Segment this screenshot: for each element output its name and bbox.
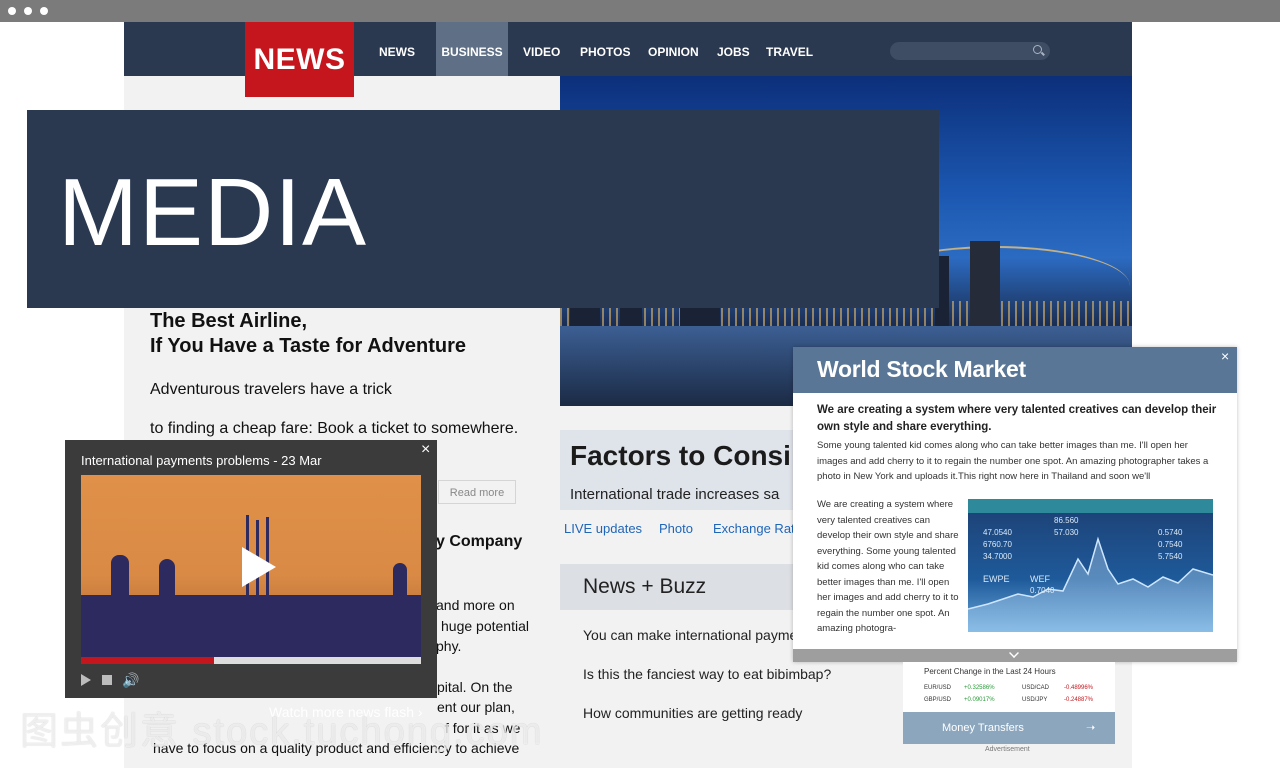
- tab-live-updates[interactable]: LIVE updates: [564, 521, 642, 536]
- article-paragraph: Adventurous travelers have a trick: [150, 381, 392, 398]
- fx-pair: USD/JPY: [1022, 697, 1048, 703]
- ticker-value: 0.7040: [1030, 586, 1055, 595]
- article-title-line: If You Have a Taste for Adventure: [150, 335, 467, 357]
- stock-body-text: Some young talented kid comes along who …: [817, 440, 1209, 482]
- fx-title: Percent Change in the Last 24 Hours: [924, 667, 1056, 676]
- arrow-right-icon: ➝: [1086, 722, 1096, 734]
- search-icon[interactable]: [1033, 45, 1042, 54]
- video-title: International payments problems - 23 Mar: [81, 453, 322, 468]
- stop-control-icon[interactable]: [102, 675, 112, 685]
- fx-pair: EUR/USD: [924, 685, 952, 691]
- ticker-value: 34.7000: [983, 552, 1012, 561]
- article-text-fragment: pital. On the: [437, 679, 513, 695]
- search-input[interactable]: [890, 42, 1050, 60]
- worker-silhouette: [393, 563, 407, 595]
- fx-pair: GBP/USD: [924, 697, 952, 703]
- video-close-icon[interactable]: ×: [421, 441, 430, 459]
- play-control-icon[interactable]: [81, 674, 91, 686]
- ticker-value: 0.5740: [1158, 528, 1183, 537]
- buzz-item[interactable]: How communities are getting ready: [583, 705, 802, 721]
- play-icon[interactable]: [242, 547, 276, 587]
- stock-body-text: We are creating a system where very tale…: [817, 499, 959, 634]
- article-paragraph: to finding a cheap fare: Book a ticket t…: [150, 420, 519, 437]
- article-text-fragment: phy.: [436, 638, 462, 654]
- window-close-dot-icon[interactable]: [8, 7, 16, 15]
- window-maximize-dot-icon[interactable]: [40, 7, 48, 15]
- nav-video[interactable]: VIDEO: [523, 22, 560, 76]
- tab-exchange-rate[interactable]: Exchange Rat: [713, 521, 795, 536]
- nav-jobs[interactable]: JOBS: [717, 22, 750, 76]
- fx-change: -0.24887%: [1064, 697, 1094, 703]
- ticker-value: 57.030: [1054, 528, 1079, 537]
- window-minimize-dot-icon[interactable]: [24, 7, 32, 15]
- video-frame[interactable]: [81, 475, 421, 657]
- ticker-label: EWPE: [983, 574, 1010, 584]
- ticker-value: 86.560: [1054, 516, 1079, 525]
- buzz-item[interactable]: Is this the fanciest way to eat bibimbap…: [583, 666, 831, 682]
- advertisement-label: Advertisement: [985, 746, 1030, 753]
- news-logo[interactable]: NEWS: [245, 22, 354, 97]
- article-subtitle: y Company: [436, 533, 523, 550]
- article-title[interactable]: The Best Airline, If You Have a Taste fo…: [150, 309, 466, 359]
- ticker-strip: [968, 499, 1213, 513]
- buzz-title: News + Buzz: [583, 575, 707, 598]
- stock-chart-graphic: [968, 499, 1213, 632]
- article-text-fragment: huge potential: [441, 618, 529, 634]
- ticker-label: WEF: [1030, 574, 1050, 584]
- ticker-value: 5.7540: [1158, 552, 1183, 561]
- worker-silhouette: [159, 559, 175, 595]
- watermark-text: 图虫创意 stock.tuchong.com: [20, 711, 544, 753]
- article-title-line: The Best Airline,: [150, 310, 308, 332]
- fx-change: -0.48996%: [1064, 685, 1094, 691]
- ticker-value: 6760.70: [983, 540, 1012, 549]
- fx-change: +0.32586%: [964, 685, 995, 691]
- video-progress-fill: [81, 657, 214, 664]
- fx-change: +0.09017%: [964, 697, 995, 703]
- money-transfers-label: Money Transfers: [942, 722, 1024, 734]
- ticker-value: 47.0540: [983, 528, 1012, 537]
- article-text-fragment: and more on: [436, 597, 515, 613]
- nav-opinion[interactable]: OPINION: [648, 22, 699, 76]
- nav-photos[interactable]: PHOTOS: [580, 22, 630, 76]
- nav-travel[interactable]: TRAVEL: [766, 22, 813, 76]
- ticker-value: 0.7540: [1158, 540, 1183, 549]
- fx-pair: USD/CAD: [1022, 685, 1050, 691]
- factors-subtitle: International trade increases sa: [570, 486, 780, 503]
- volume-icon[interactable]: 🔊: [122, 672, 139, 689]
- buzz-item[interactable]: You can make international payme: [583, 627, 797, 643]
- stock-close-icon[interactable]: ×: [1221, 348, 1229, 364]
- media-title: MEDIA: [58, 159, 368, 266]
- read-more-button[interactable]: Read more: [438, 480, 516, 504]
- stock-ticker-image: 86.560 47.0540 6760.70 34.7000 57.030 0.…: [968, 499, 1213, 632]
- nav-business[interactable]: BUSINESS: [436, 22, 508, 76]
- nav-news[interactable]: NEWS: [379, 22, 415, 76]
- tab-photo[interactable]: Photo: [659, 521, 693, 536]
- worker-silhouette: [111, 555, 129, 595]
- stock-title: World Stock Market: [817, 356, 1026, 382]
- factors-title[interactable]: Factors to Consi: [570, 440, 792, 472]
- browser-titlebar: [0, 0, 1280, 22]
- stock-lead-text: We are creating a system where very tale…: [817, 404, 1217, 433]
- construction-silhouette: [81, 595, 421, 657]
